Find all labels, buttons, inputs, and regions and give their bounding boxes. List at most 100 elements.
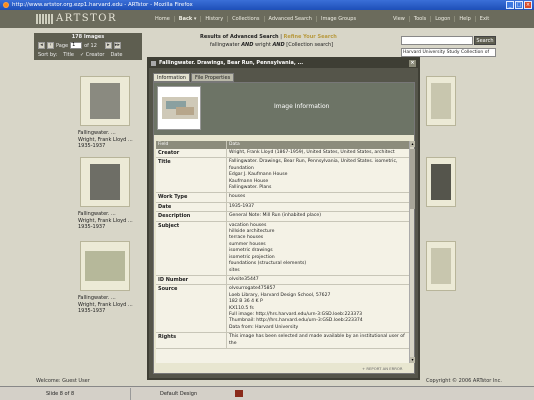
image-info-dialog: Fallingwater. Drawings, Bear Run, Pennsy… [147,57,420,380]
table-row: Source olvsurrogate475857 Loeb Library, H… [156,285,409,334]
field-value: General Note: Mill Run (inhabited place) [229,213,322,219]
status-bar: Slide 8 of 8 Default Design [0,386,534,400]
prev-page-button[interactable]: ‹ [47,42,54,49]
results-heading: Results of Advanced Search | Refine Your… [200,34,337,40]
thumbnail-right-1[interactable] [426,76,456,126]
powerpoint-icon [235,390,243,397]
image-header: Image Information [154,83,414,135]
nav-tools[interactable]: Tools [408,16,430,22]
nav-view[interactable]: View [389,16,409,22]
thumbnail-right-3[interactable] [426,241,456,291]
table-row: Work Type houses [156,193,409,203]
image-information-label: Image Information [274,103,330,110]
collection-select[interactable]: Harvard University Study Collection of [401,48,496,57]
field-value: Wright, Frank Lloyd (1867-1959), United … [229,150,395,155]
col-data: Data [229,142,240,147]
maximize-button[interactable]: □ [515,1,523,9]
image-preview[interactable] [157,86,201,130]
table-row: Rights This image has been selected and m… [156,333,409,349]
table-header: Field Data [156,141,409,149]
utility-nav: View Tools Logon Help Exit [389,16,493,22]
nav-advanced-search[interactable]: Advanced Search [263,16,316,22]
sort-label: Sort by: [38,52,58,58]
nav-history[interactable]: History [200,16,227,22]
nav-help[interactable]: Help [454,16,474,22]
field-name: ID Number [156,275,227,285]
nav-exit[interactable]: Exit [474,16,493,22]
table-row: Title Fallingwater. Drawings, Bear Run, P… [156,158,409,194]
nav-back[interactable]: Back ▾ [173,16,201,22]
metadata-table: Creator Wright, Frank Lloyd (1867-1959), … [156,149,409,363]
last-page-button[interactable]: ▸▸ [113,42,121,49]
thumbnail-caption: Fallingwater. ... Wright, Frank Lloyd ...… [78,130,133,149]
field-name: Subject [156,221,227,275]
table-row: Creator Wright, Frank Lloyd (1867-1959), … [156,149,409,159]
field-value: This image has been selected and made av… [229,334,405,346]
field-value: houses [229,194,246,200]
results-pager: 178 Images ◂ ‹ Page 1 of 12 ▸ ▸▸ Sort by… [34,33,142,60]
firefox-icon [3,2,9,8]
nav-collections[interactable]: Collections [227,16,263,22]
field-value: Fallingwater. Drawings, Bear Run, Pennsy… [229,159,398,191]
table-row: Date 1935-1937 [156,202,409,213]
thumbnail-1[interactable] [80,76,130,126]
field-name: Description [156,212,227,221]
browser-title-bar: http://www.artstor.org.ezp1.harvard.edu … [0,0,534,10]
window-title: http://www.artstor.org.ezp1.harvard.edu … [12,2,193,8]
field-name: Creator [156,149,227,158]
table-row: Subject vacation houses hillside architec… [156,221,409,276]
close-window-button[interactable]: × [524,1,532,9]
field-value: vacation houses hillside architecture te… [229,222,307,273]
page-label: Page [56,42,69,49]
scrollbar[interactable]: ▴ ▾ [409,141,415,363]
field-name: Work Type [156,193,227,202]
minimize-button[interactable]: _ [506,1,514,9]
scroll-thumb[interactable] [410,149,415,209]
first-page-button[interactable]: ◂ [38,42,45,49]
window-icon [151,61,156,66]
dialog-title: Fallingwater. Drawings, Bear Run, Pennsy… [159,60,304,66]
dialog-close-button[interactable]: × [409,60,416,67]
nav-image-groups[interactable]: Image Groups [315,16,360,22]
search-button[interactable]: Search [474,36,496,45]
nav-home[interactable]: Home [151,16,174,22]
field-value: 1935-1937 [229,203,255,209]
thumbnail-3[interactable] [80,241,130,291]
next-page-button[interactable]: ▸ [104,42,112,49]
scroll-down-icon[interactable]: ▾ [410,357,415,363]
page-of: of 12 [84,42,97,49]
image-count: 178 Images [71,34,105,40]
table-row: ID Number olvsite35447 [156,275,409,286]
table-row: Description General Note: Mill Run (inhab… [156,212,409,222]
thumbnail-right-2[interactable] [426,157,456,207]
artstor-logo: ARTSTOR [36,13,117,24]
tab-information[interactable]: Information [153,73,190,82]
nav-logon[interactable]: Logon [430,16,454,22]
field-name: Source [156,285,227,333]
search-query: fallingwater AND wright AND [Collection … [210,42,334,48]
thumbnail-2[interactable] [80,157,130,207]
scroll-up-icon[interactable]: ▴ [410,141,415,147]
sort-creator[interactable]: ✓ Creator [80,52,104,58]
search-input[interactable] [401,36,473,45]
page-input[interactable]: 1 [70,42,83,49]
thumbnail-caption: Fallingwater. ... Wright, Frank Lloyd ...… [78,295,133,314]
info-panel: Image Information Field Data Creator Wrig… [153,82,415,374]
sort-date[interactable]: Date [110,52,122,58]
col-field: Field [156,141,227,149]
thumbnail-caption: Fallingwater. ... Wright, Frank Lloyd ...… [78,211,133,230]
report-error-link[interactable]: + REPORT AN ERROR [362,366,403,371]
status-slide: Slide 8 of 8 [46,391,75,397]
app-header: ARTSTOR Home Back ▾ History Collections … [0,10,534,28]
refine-search-link[interactable]: Refine Your Search [284,34,337,40]
welcome-text: Welcome: Guest User [36,378,90,384]
field-value: olvsurrogate475857 Loeb Library, Harvard… [229,286,363,330]
copyright-text: Copyright © 2006 ARTstor Inc. [426,378,502,384]
field-name: Rights [156,333,227,348]
main-nav: Home Back ▾ History Collections Advanced… [151,16,360,22]
field-name: Title [156,158,227,193]
sort-title[interactable]: Title [63,52,74,58]
dialog-title-bar[interactable]: Fallingwater. Drawings, Bear Run, Pennsy… [149,59,418,68]
tab-file-properties[interactable]: File Properties [190,73,235,82]
status-design: Default Design [160,391,198,397]
